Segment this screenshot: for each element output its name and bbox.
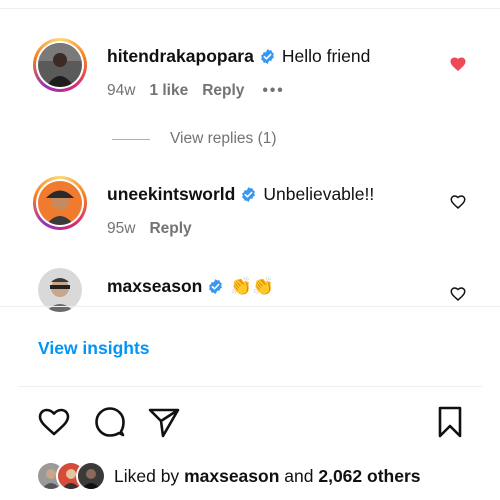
comment-likes-link[interactable]: 1 like — [149, 82, 188, 100]
comment-username[interactable]: hitendrakapopara — [107, 46, 254, 67]
top-divider — [0, 8, 500, 9]
more-options-icon[interactable]: ••• — [262, 82, 284, 100]
save-button[interactable] — [432, 404, 468, 440]
avatar-uneekintsworld[interactable] — [33, 176, 87, 230]
share-button[interactable] — [146, 404, 182, 440]
post-action-bar — [0, 404, 500, 444]
liker-username-link[interactable]: maxseason — [184, 466, 279, 486]
verified-badge-icon — [240, 186, 257, 203]
reply-button[interactable]: Reply — [149, 220, 191, 238]
section-divider — [0, 306, 500, 307]
verified-badge-icon — [259, 48, 276, 65]
section-divider — [18, 386, 482, 387]
comment-time: 94w — [107, 82, 136, 99]
like-button[interactable] — [36, 404, 72, 440]
likes-summary: Liked by maxseason and 2,062 others — [36, 461, 421, 491]
comment-time: 95w — [107, 220, 136, 237]
view-insights-link[interactable]: View insights — [38, 338, 150, 359]
avatar-hitendrakapopara[interactable] — [33, 38, 87, 92]
comment-like-heart-icon[interactable] — [449, 285, 467, 303]
comment-item-1: hitendrakapopara Hello friend 94w 1 like… — [0, 38, 500, 108]
likes-prefix: Liked by — [114, 465, 180, 486]
bookmark-icon — [438, 406, 462, 438]
comment-button[interactable] — [92, 404, 128, 440]
comment-like-heart-icon[interactable] — [449, 55, 467, 73]
comment-text: 👏👏 — [230, 276, 274, 296]
comment-username[interactable]: uneekintsworld — [107, 184, 235, 205]
comment-item-3: maxseason 👏👏 — [0, 268, 500, 338]
paper-plane-icon — [148, 408, 180, 438]
likes-others-link[interactable]: 2,062 others — [318, 466, 420, 486]
likes-text: Liked by maxseason and 2,062 others — [114, 466, 421, 487]
speech-bubble-icon — [95, 407, 125, 437]
comment-item-2: uneekintsworld Unbelievable!! 95w Reply — [0, 176, 500, 246]
view-replies-line — [112, 138, 150, 140]
view-replies-link[interactable]: View replies (1) — [112, 130, 277, 148]
liker-avatar — [76, 461, 106, 491]
comment-like-heart-icon[interactable] — [449, 193, 467, 211]
comment-username[interactable]: maxseason — [107, 276, 202, 297]
comment-text: Hello friend — [281, 46, 371, 66]
verified-badge-icon — [207, 278, 224, 295]
reply-button[interactable]: Reply — [202, 82, 244, 100]
heart-outline-icon — [38, 408, 70, 436]
view-replies-label: View replies (1) — [170, 130, 277, 147]
comment-text: Unbelievable!! — [263, 184, 375, 204]
likes-joiner: and — [284, 465, 314, 486]
